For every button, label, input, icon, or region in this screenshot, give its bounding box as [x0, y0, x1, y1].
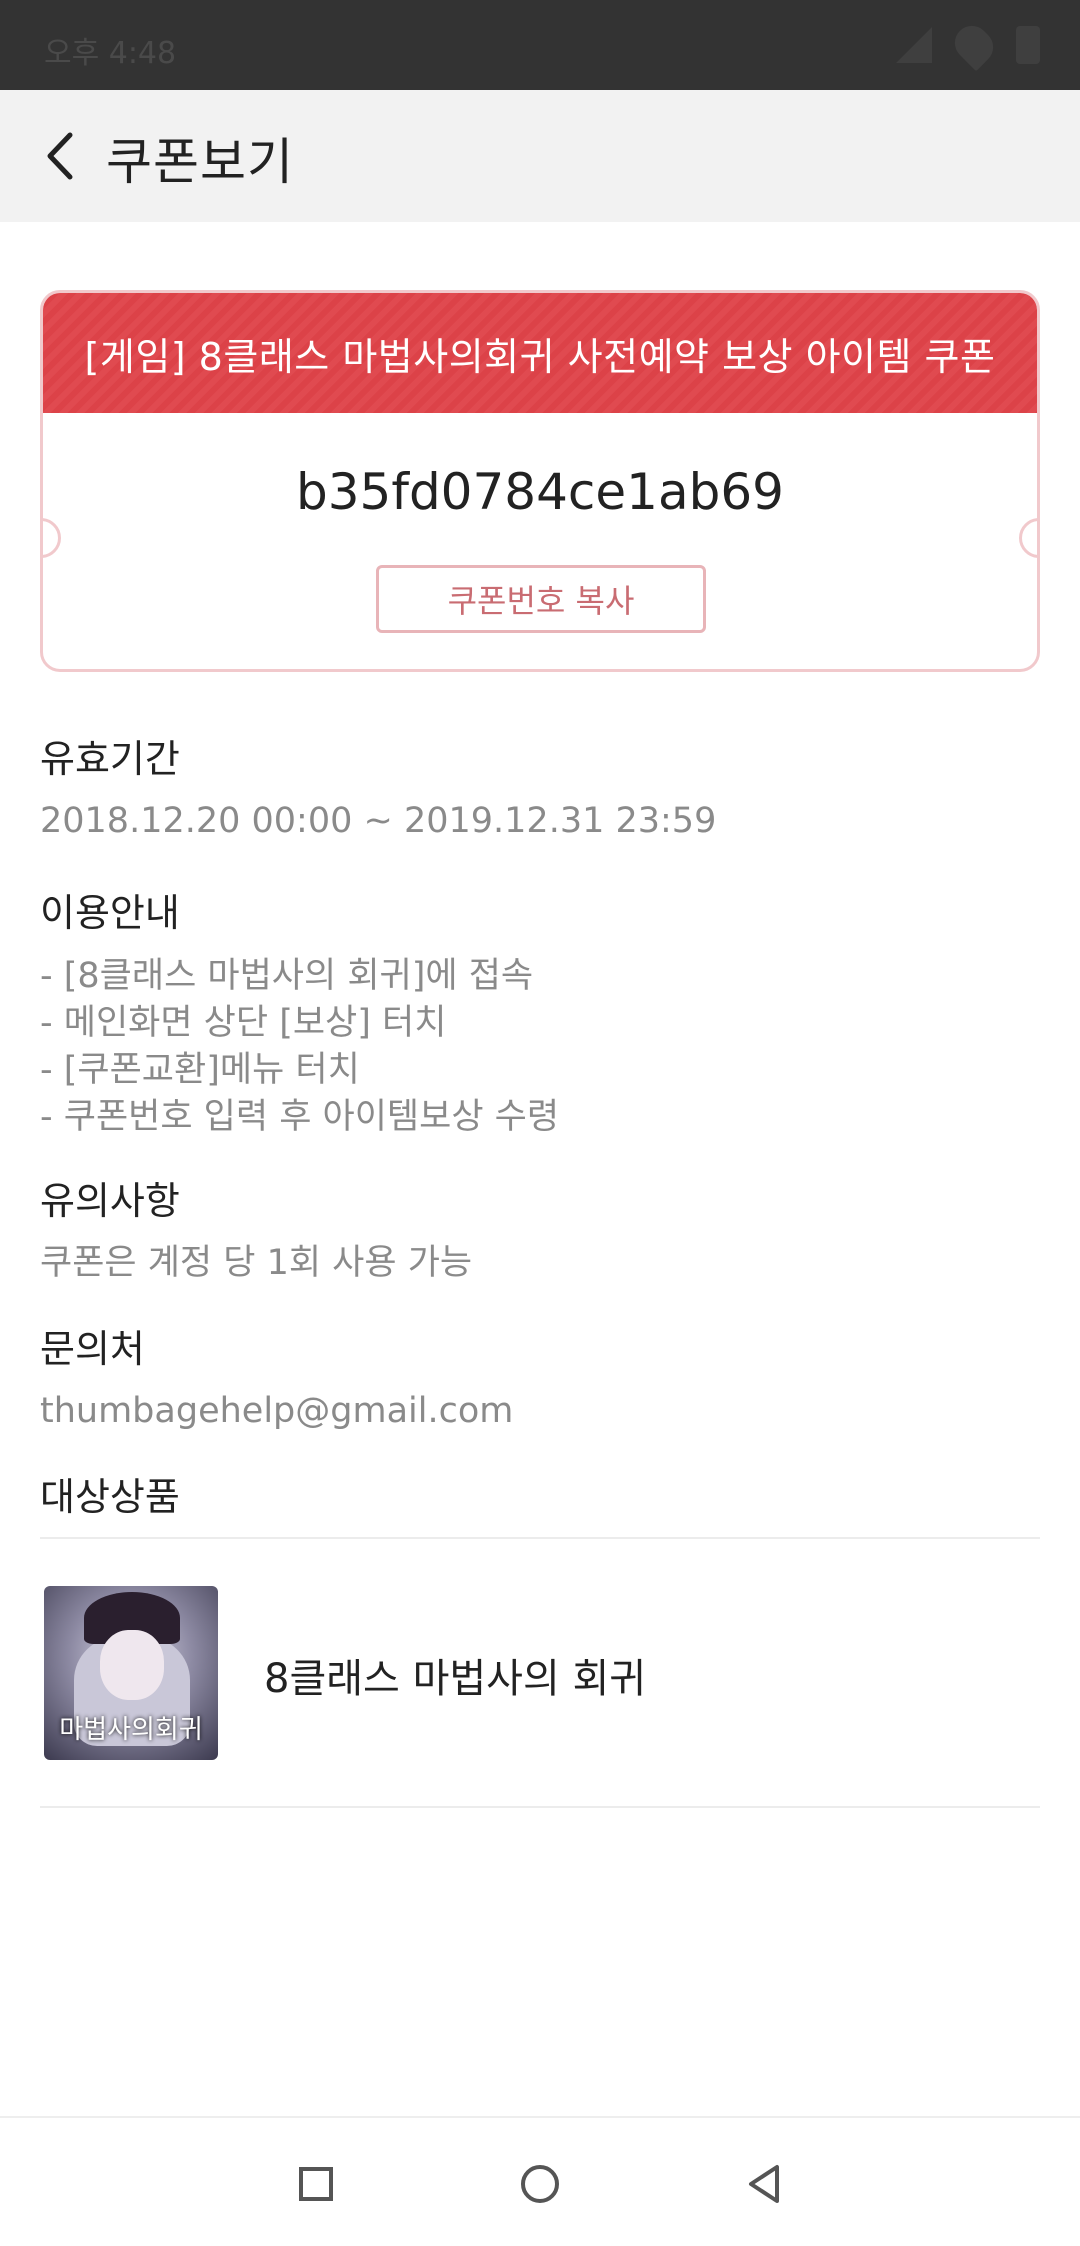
- divider: [40, 1537, 1040, 1539]
- notice-text: 쿠폰은 계정 당 1회 사용 가능: [40, 1243, 473, 1283]
- coupon-card: [게임] 8클래스 마법사의회귀 사전예약 보상 아이템 쿠폰 b35fd078…: [40, 290, 1040, 672]
- coupon-code: b35fd0784ce1ab69: [295, 463, 784, 521]
- coupon-notch-left: [43, 518, 61, 558]
- validity-text: 2018.12.20 00:00 ~ 2019.12.31 23:59: [40, 801, 717, 841]
- status-icons: [896, 18, 1040, 72]
- divider: [40, 1806, 1040, 1808]
- back-button[interactable]: [30, 126, 90, 186]
- thumb-logo: 마법사의회귀: [59, 1715, 203, 1745]
- usage-line: - [8클래스 마법사의 회귀]에 접속: [40, 956, 534, 996]
- nav-back-button[interactable]: [738, 2158, 790, 2210]
- thumb-face: [100, 1630, 164, 1700]
- circle-icon: [521, 2165, 559, 2203]
- home-button[interactable]: [514, 2158, 566, 2210]
- battery-icon: [1016, 26, 1040, 64]
- usage-lines: - [8클래스 마법사의 회귀]에 접속 - 메인화면 상단 [보상] 터치 -…: [40, 953, 559, 1141]
- wifi-icon: [947, 18, 1001, 72]
- coupon-notch-right: [1019, 518, 1037, 558]
- product-name[interactable]: 8클래스 마법사의 회귀: [264, 1646, 646, 1704]
- notice-title: 유의사항: [40, 1179, 180, 1223]
- page-title: 쿠폰보기: [106, 133, 294, 191]
- validity-title: 유효기간: [40, 737, 180, 781]
- status-bar: 오후 4:48: [0, 0, 1080, 90]
- coupon-header: [게임] 8클래스 마법사의회귀 사전예약 보상 아이템 쿠폰: [43, 293, 1037, 413]
- app-bar: 쿠폰보기: [0, 90, 1080, 222]
- contact-email[interactable]: thumbagehelp@gmail.com: [40, 1388, 513, 1435]
- target-product-title: 대상상품: [40, 1475, 180, 1519]
- coupon-title: [게임] 8클래스 마법사의회귀 사전예약 보상 아이템 쿠폰: [84, 334, 996, 379]
- square-icon: [299, 2167, 333, 2201]
- chevron-left-icon: [47, 132, 73, 180]
- triangle-back-icon: [749, 2165, 779, 2203]
- contact-title: 문의처: [40, 1327, 145, 1371]
- product-thumbnail[interactable]: 마법사의회귀: [44, 1586, 218, 1760]
- navigation-bar: [0, 2116, 1080, 2246]
- usage-line: - 쿠폰번호 입력 후 아이템보상 수령: [40, 1097, 560, 1137]
- usage-line: - 메인화면 상단 [보상] 터치: [40, 1003, 447, 1043]
- recent-apps-button[interactable]: [290, 2158, 342, 2210]
- usage-title: 이용안내: [40, 891, 180, 935]
- status-time: 오후 4:48: [44, 36, 177, 71]
- usage-line: - [쿠폰교환]메뉴 터치: [40, 1050, 360, 1090]
- copy-coupon-button[interactable]: 쿠폰번호 복사: [376, 565, 706, 633]
- signal-icon: [896, 27, 932, 63]
